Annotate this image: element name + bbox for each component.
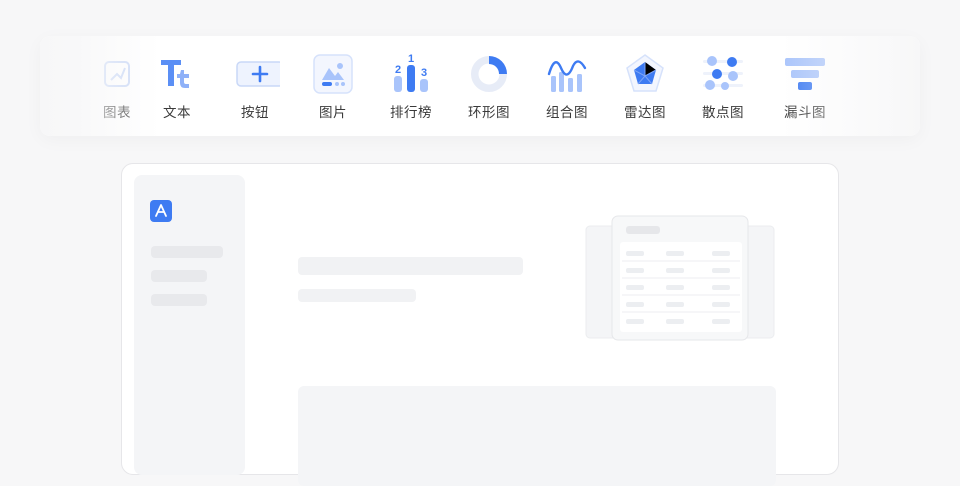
toolbar-item-label: 组合图 (546, 105, 588, 121)
toolbar-item-label: 散点图 (702, 105, 744, 121)
toolbar-item-label: 按钮 (241, 105, 269, 121)
button-icon (236, 61, 280, 87)
sidebar-skeleton-line (151, 270, 207, 282)
rank-number-2: 2 (395, 64, 401, 76)
funnel-chart-icon (785, 58, 825, 90)
toolbar-item-image[interactable]: 图片 (294, 36, 372, 136)
toolbar-item-donut-chart[interactable]: 环形图 (450, 36, 528, 136)
content-skeleton-block (298, 386, 776, 486)
app-store-icon (150, 200, 172, 222)
toolbar-item-scatter-chart[interactable]: 散点图 (684, 36, 762, 136)
table-illustration (585, 215, 775, 341)
toolbar-item-ranking[interactable]: 1 2 3 排行榜 (372, 36, 450, 136)
toolbar-item-label: 图表 (103, 105, 131, 121)
preview-sidebar (134, 175, 245, 475)
toolbar-item-label: 漏斗图 (784, 105, 826, 121)
component-toolbar: 图表 文本 按钮 图片 1 2 3 排行榜 环形图 组合图 雷达图 散点图 漏斗… (40, 36, 920, 136)
sidebar-skeleton-line (151, 246, 223, 258)
subtitle-skeleton (298, 289, 416, 302)
donut-chart-icon (471, 56, 507, 92)
toolbar-item-label: 图片 (319, 105, 347, 121)
layout-preview-card (121, 163, 839, 486)
toolbar-item-label: 排行榜 (390, 105, 432, 121)
rank-number-1: 1 (408, 54, 414, 65)
toolbar-item-combo-chart[interactable]: 组合图 (528, 36, 606, 136)
toolbar-item-radar-chart[interactable]: 雷达图 (606, 36, 684, 136)
combo-chart-icon (547, 60, 587, 92)
toolbar-item-label: 雷达图 (624, 105, 666, 121)
text-icon (161, 60, 189, 88)
chart-icon (104, 61, 130, 87)
radar-chart-icon (626, 54, 664, 92)
toolbar-item-button[interactable]: 按钮 (216, 36, 294, 136)
toolbar-item-funnel-chart[interactable]: 漏斗图 (766, 36, 844, 136)
image-icon (313, 54, 353, 94)
ranking-icon: 1 2 3 (394, 54, 428, 92)
toolbar-item-text[interactable]: 文本 (138, 36, 216, 136)
sidebar-skeleton-line (151, 294, 207, 306)
scatter-chart-icon (703, 56, 743, 90)
title-skeleton (298, 257, 523, 275)
toolbar-item-label: 文本 (163, 105, 191, 121)
rank-number-3: 3 (421, 67, 427, 79)
toolbar-item-label: 环形图 (468, 105, 510, 121)
